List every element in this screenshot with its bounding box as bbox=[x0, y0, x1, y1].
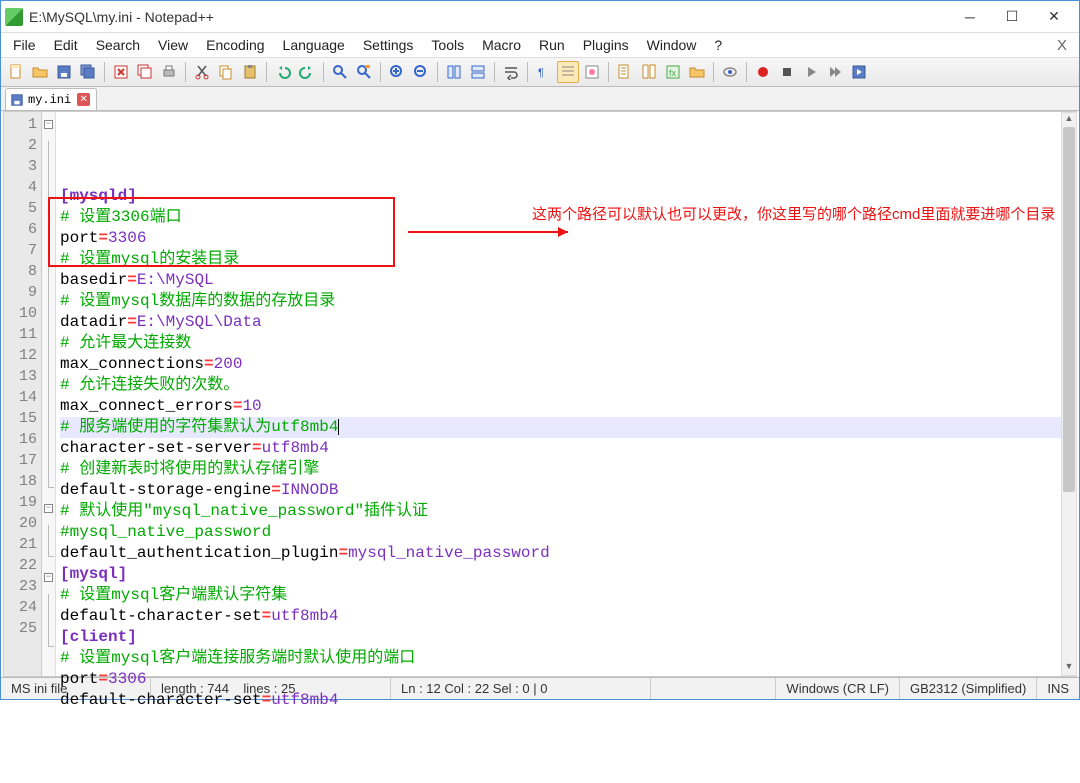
monitor-icon[interactable] bbox=[719, 61, 741, 83]
close-file-icon[interactable] bbox=[110, 61, 132, 83]
code-line[interactable]: port=3306 bbox=[60, 228, 1076, 249]
code-line[interactable]: #mysql_native_password bbox=[60, 522, 1076, 543]
code-line[interactable]: # 设置mysql的安装目录 bbox=[60, 249, 1076, 270]
new-file-icon[interactable] bbox=[5, 61, 27, 83]
save-icon[interactable] bbox=[53, 61, 75, 83]
play-macro-icon[interactable] bbox=[800, 61, 822, 83]
code-line[interactable]: # 创建新表时将使用的默认存储引擎 bbox=[60, 459, 1076, 480]
cut-icon[interactable] bbox=[191, 61, 213, 83]
redo-icon[interactable] bbox=[296, 61, 318, 83]
tab-my-ini[interactable]: my.ini ✕ bbox=[5, 88, 97, 110]
annotation-text: 这两个路径可以默认也可以更改，你这里写的哪个路径cmd里面就要进哪个目录 bbox=[532, 204, 1052, 227]
record-macro-icon[interactable] bbox=[752, 61, 774, 83]
code-line[interactable]: default-storage-engine=INNODB bbox=[60, 480, 1076, 501]
menu-window[interactable]: Window bbox=[639, 35, 705, 55]
code-line[interactable]: # 默认使用"mysql_native_password"插件认证 bbox=[60, 501, 1076, 522]
menu-help[interactable]: ? bbox=[706, 35, 730, 55]
menu-file[interactable]: File bbox=[5, 35, 44, 55]
close-all-icon[interactable] bbox=[134, 61, 156, 83]
scrollbar-thumb[interactable] bbox=[1063, 127, 1075, 492]
code-line[interactable]: # 设置mysql数据库的数据的存放目录 bbox=[60, 291, 1076, 312]
menu-language[interactable]: Language bbox=[275, 35, 353, 55]
menu-bar: File Edit Search View Encoding Language … bbox=[1, 33, 1079, 57]
replace-icon[interactable] bbox=[353, 61, 375, 83]
menu-macro[interactable]: Macro bbox=[474, 35, 529, 55]
code-line[interactable]: # 服务端使用的字符集默认为utf8mb4 bbox=[60, 417, 1076, 438]
toolbar: ¶ fx bbox=[1, 57, 1079, 87]
editor-area: 1234567891011121314151617181920212223242… bbox=[3, 111, 1077, 677]
stop-macro-icon[interactable] bbox=[776, 61, 798, 83]
folder-workspace-icon[interactable] bbox=[686, 61, 708, 83]
paste-icon[interactable] bbox=[239, 61, 261, 83]
zoom-out-icon[interactable] bbox=[410, 61, 432, 83]
maximize-button[interactable]: ☐ bbox=[991, 3, 1033, 31]
menu-tools[interactable]: Tools bbox=[423, 35, 472, 55]
undo-icon[interactable] bbox=[272, 61, 294, 83]
play-multi-icon[interactable] bbox=[824, 61, 846, 83]
code-view[interactable]: [mysqld]# 设置3306端口port=3306# 设置mysql的安装目… bbox=[56, 112, 1076, 676]
menu-search[interactable]: Search bbox=[88, 35, 148, 55]
code-line[interactable]: default-character-set=utf8mb4 bbox=[60, 606, 1076, 627]
print-icon[interactable] bbox=[158, 61, 180, 83]
code-line[interactable]: port=3306 bbox=[60, 669, 1076, 690]
code-line[interactable]: max_connect_errors=10 bbox=[60, 396, 1076, 417]
app-icon bbox=[5, 8, 23, 26]
line-number-gutter: 1234567891011121314151617181920212223242… bbox=[4, 112, 42, 676]
code-line[interactable]: character-set-server=utf8mb4 bbox=[60, 438, 1076, 459]
sync-v-icon[interactable] bbox=[443, 61, 465, 83]
zoom-in-icon[interactable] bbox=[386, 61, 408, 83]
user-lang-icon[interactable] bbox=[581, 61, 603, 83]
tab-label: my.ini bbox=[28, 93, 71, 107]
function-list-icon[interactable]: fx bbox=[662, 61, 684, 83]
scroll-up-arrow-icon[interactable]: ▲ bbox=[1062, 113, 1076, 127]
show-all-chars-icon[interactable]: ¶ bbox=[533, 61, 555, 83]
disk-icon bbox=[10, 93, 24, 107]
code-line[interactable]: max_connections=200 bbox=[60, 354, 1076, 375]
menu-plugins[interactable]: Plugins bbox=[575, 35, 637, 55]
code-line[interactable]: default-character-set=utf8mb4 bbox=[60, 690, 1076, 711]
save-all-icon[interactable] bbox=[77, 61, 99, 83]
tab-close-icon[interactable]: ✕ bbox=[77, 93, 90, 106]
window-title: E:\MySQL\my.ini - Notepad++ bbox=[29, 9, 214, 25]
menu-edit[interactable]: Edit bbox=[46, 35, 86, 55]
menu-close-button[interactable]: X bbox=[1049, 37, 1075, 54]
code-line[interactable]: basedir=E:\MySQL bbox=[60, 270, 1076, 291]
open-file-icon[interactable] bbox=[29, 61, 51, 83]
code-line[interactable]: # 允许连接失败的次数。 bbox=[60, 375, 1076, 396]
menu-run[interactable]: Run bbox=[531, 35, 573, 55]
find-icon[interactable] bbox=[329, 61, 351, 83]
indent-guide-icon[interactable] bbox=[557, 61, 579, 83]
menu-settings[interactable]: Settings bbox=[355, 35, 422, 55]
title-bar: E:\MySQL\my.ini - Notepad++ ─ ☐ ✕ bbox=[1, 1, 1079, 33]
code-line[interactable]: [client] bbox=[60, 627, 1076, 648]
menu-view[interactable]: View bbox=[150, 35, 196, 55]
svg-text:¶: ¶ bbox=[538, 67, 544, 79]
copy-icon[interactable] bbox=[215, 61, 237, 83]
code-line[interactable]: # 允许最大连接数 bbox=[60, 333, 1076, 354]
code-line[interactable]: # 设置mysql客户端默认字符集 bbox=[60, 585, 1076, 606]
document-tab-strip: my.ini ✕ bbox=[1, 87, 1079, 111]
wordwrap-icon[interactable] bbox=[500, 61, 522, 83]
doc-map-icon[interactable] bbox=[614, 61, 636, 83]
svg-text:fx: fx bbox=[669, 68, 677, 78]
menu-encoding[interactable]: Encoding bbox=[198, 35, 272, 55]
sync-h-icon[interactable] bbox=[467, 61, 489, 83]
code-line[interactable]: # 设置mysql客户端连接服务端时默认使用的端口 bbox=[60, 648, 1076, 669]
code-line[interactable]: datadir=E:\MySQL\Data bbox=[60, 312, 1076, 333]
minimize-button[interactable]: ─ bbox=[949, 3, 991, 31]
save-macro-icon[interactable] bbox=[848, 61, 870, 83]
code-line[interactable]: default_authentication_plugin=mysql_nati… bbox=[60, 543, 1076, 564]
fold-column[interactable]: −−− bbox=[42, 112, 56, 676]
doc-list-icon[interactable] bbox=[638, 61, 660, 83]
vertical-scrollbar[interactable]: ▲ ▼ bbox=[1061, 112, 1077, 676]
scroll-down-arrow-icon[interactable]: ▼ bbox=[1062, 661, 1076, 675]
close-button[interactable]: ✕ bbox=[1033, 3, 1075, 31]
code-line[interactable]: [mysql] bbox=[60, 564, 1076, 585]
